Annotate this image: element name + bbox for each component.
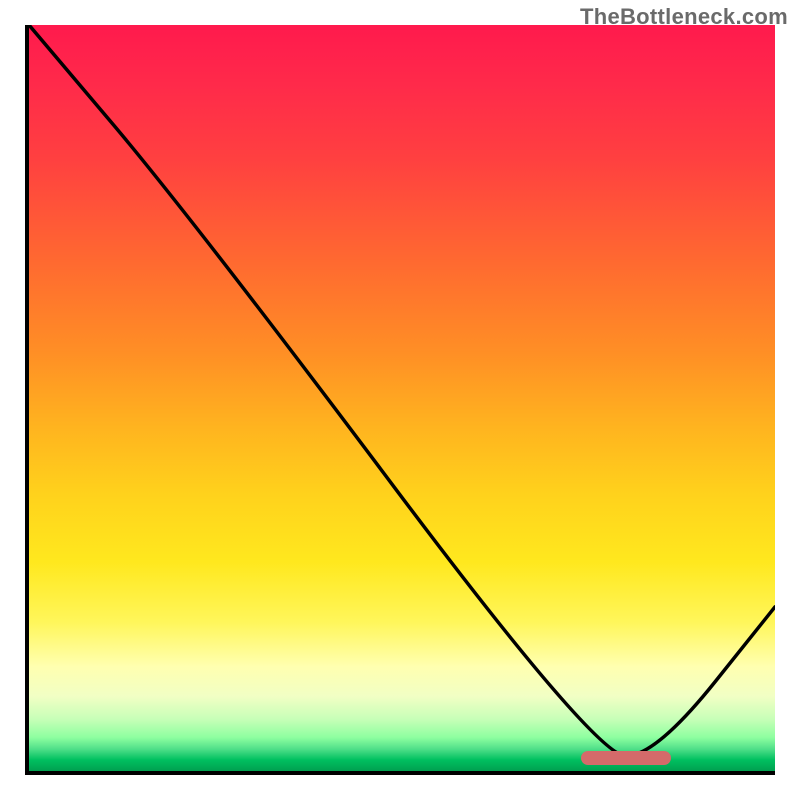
optimal-range-marker: [581, 751, 671, 765]
chart-plot-area: [25, 25, 775, 775]
bottleneck-curve-line: [29, 25, 775, 771]
watermark-text: TheBottleneck.com: [580, 4, 788, 30]
